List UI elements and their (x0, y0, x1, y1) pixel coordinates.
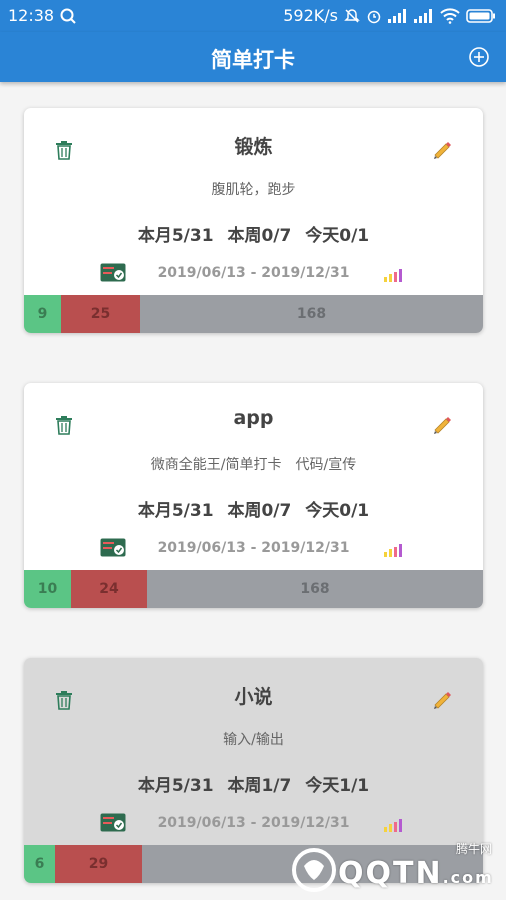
bar-chart-icon[interactable] (384, 819, 404, 832)
stat-today: 今天0/1 (305, 501, 370, 521)
signal-icon-2 (414, 8, 432, 23)
progress-done: 10 (24, 570, 71, 608)
signal-icon (388, 8, 406, 23)
edit-icon[interactable] (431, 688, 453, 710)
habit-title: 锻炼 (234, 136, 273, 158)
add-icon[interactable] (468, 46, 490, 68)
stat-month: 本月5/31 (137, 776, 214, 796)
habit-card[interactable]: app 微商全能王/简单打卡 代码/宣传 本月5/31 本周0/7 今天0/1 … (24, 383, 483, 608)
progress-missed: 25 (61, 295, 140, 333)
progress-remaining: 168 (147, 570, 483, 608)
date-range: 2019/06/13 - 2019/12/31 (157, 265, 350, 281)
app-bar: 简单打卡 (0, 32, 506, 82)
progress-bar: 9 25 168 (24, 295, 483, 333)
progress-remaining: 168 (140, 295, 483, 333)
date-range: 2019/06/13 - 2019/12/31 (157, 815, 350, 831)
progress-done: 9 (24, 295, 61, 333)
bar-chart-icon[interactable] (384, 269, 404, 282)
bull-logo-icon (292, 848, 336, 892)
search-icon (60, 8, 76, 24)
edit-icon[interactable] (431, 138, 453, 160)
status-bar: 12:38 592K/s (0, 0, 506, 32)
habit-stats: 本月5/31 本周1/7 今天1/1 (24, 771, 483, 796)
habit-card[interactable]: 锻炼 腹肌轮，跑步 本月5/31 本周0/7 今天0/1 2019/06/13 … (24, 108, 483, 333)
watermark-brand: QQTN.com (338, 856, 494, 891)
habit-title: 小说 (234, 686, 273, 708)
wifi-icon (440, 7, 460, 24)
progress-missed: 24 (71, 570, 147, 608)
alarm-icon (367, 10, 381, 23)
habit-description: 腹肌轮，跑步 (211, 182, 296, 198)
habit-description: 输入/输出 (223, 732, 284, 748)
status-time: 12:38 (8, 6, 55, 25)
stat-today: 今天1/1 (305, 776, 370, 796)
mute-icon (344, 8, 360, 23)
watermark-logo: QQTN.com 腾牛网 (290, 840, 500, 896)
network-speed: 592K/s (283, 6, 338, 25)
habit-title: app (233, 407, 274, 429)
watermark-site-name: 腾牛网 (455, 842, 492, 856)
date-range: 2019/06/13 - 2019/12/31 (157, 540, 350, 556)
edit-icon[interactable] (431, 413, 453, 435)
progress-bar: 10 24 168 (24, 570, 483, 608)
stat-week: 本周0/7 (227, 226, 292, 246)
habit-description: 微商全能王/简单打卡 代码/宣传 (150, 457, 357, 473)
stat-week: 本周0/7 (227, 501, 292, 521)
habit-stats: 本月5/31 本周0/7 今天0/1 (24, 496, 483, 521)
stat-month: 本月5/31 (137, 501, 214, 521)
battery-icon (466, 8, 495, 23)
habit-stats: 本月5/31 本周0/7 今天0/1 (24, 221, 483, 246)
stat-today: 今天0/1 (305, 226, 370, 246)
progress-done: 6 (24, 845, 55, 883)
stat-week: 本周1/7 (227, 776, 292, 796)
app-title: 简单打卡 (211, 48, 295, 72)
progress-missed: 29 (55, 845, 142, 883)
stat-month: 本月5/31 (137, 226, 214, 246)
bar-chart-icon[interactable] (384, 544, 404, 557)
